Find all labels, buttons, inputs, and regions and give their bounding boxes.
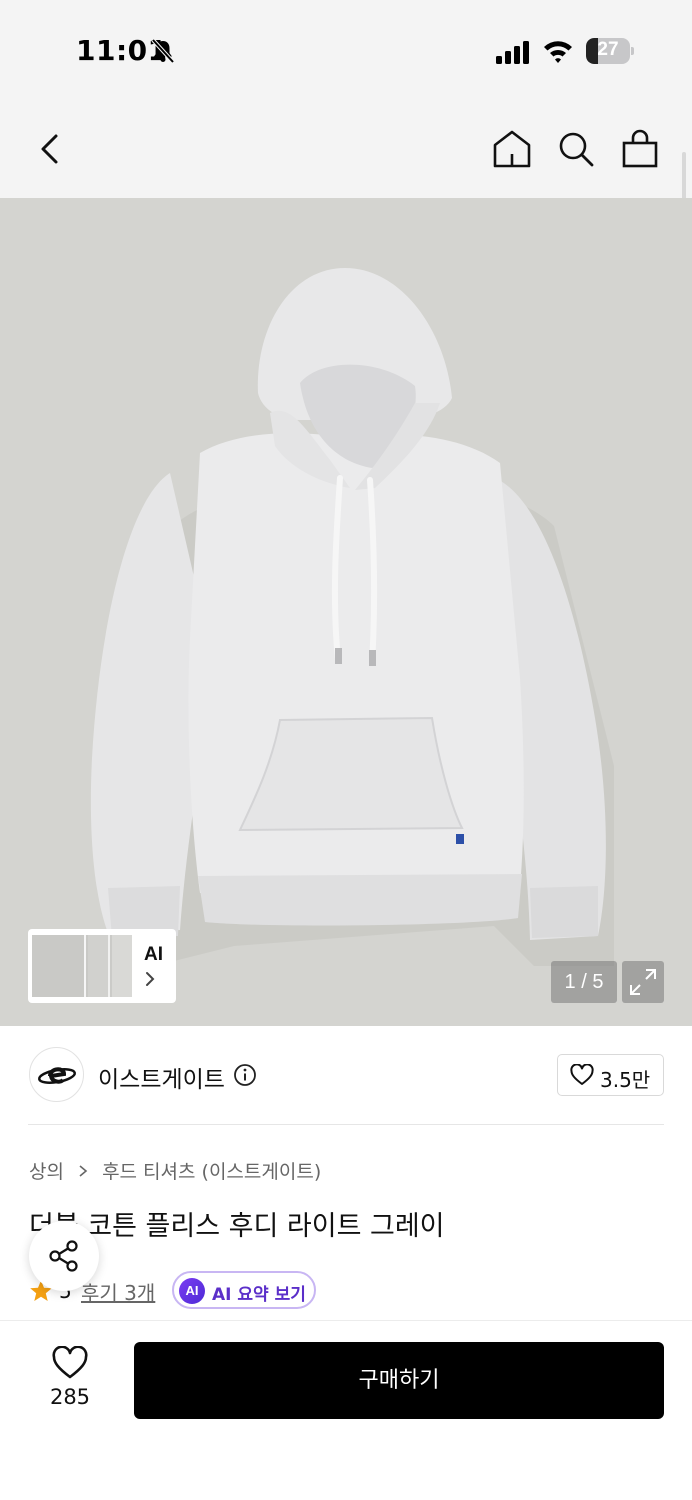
- buy-button[interactable]: 구매하기: [134, 1342, 664, 1419]
- ai-summary-button[interactable]: AI AI 요약 보기: [172, 1271, 316, 1309]
- wishlist-heart-icon[interactable]: [52, 1346, 88, 1380]
- breadcrumb: 상의 후드 티셔츠 (이스트게이트): [29, 1157, 321, 1184]
- thumbnail-ai-label[interactable]: AI: [144, 944, 163, 966]
- brand-name[interactable]: 이스트게이트: [98, 1060, 225, 1094]
- bell-off-icon: [151, 38, 175, 64]
- brand-logo[interactable]: [29, 1047, 84, 1102]
- brand-like-button[interactable]: 3.5만: [557, 1054, 664, 1096]
- top-nav-bar: [0, 100, 692, 198]
- battery-level: 27: [597, 39, 619, 60]
- cellular-signal-icon: [496, 41, 529, 64]
- heart-icon: [570, 1064, 594, 1085]
- battery-tip: [631, 47, 634, 55]
- status-bar: 11:01 27: [0, 0, 692, 100]
- image-page-counter: 1 / 5: [551, 961, 617, 1003]
- wifi-icon: [544, 41, 572, 63]
- thumbnail-strip[interactable]: [28, 929, 176, 1003]
- thumbnail-1[interactable]: [30, 933, 90, 999]
- thumbnail-3[interactable]: [108, 933, 134, 999]
- ai-badge-icon: AI: [179, 1278, 205, 1304]
- share-button[interactable]: [29, 1221, 99, 1291]
- divider: [28, 1124, 664, 1125]
- chevron-right-icon[interactable]: [144, 970, 156, 988]
- battery-indicator: 27: [586, 38, 634, 64]
- breadcrumb-subcategory[interactable]: 후드 티셔츠 (이스트게이트): [102, 1161, 321, 1183]
- brand-like-count: 3.5만: [600, 1068, 651, 1092]
- home-icon[interactable]: [492, 128, 532, 170]
- chevron-right-icon: [79, 1164, 88, 1177]
- share-icon: [49, 1240, 78, 1272]
- back-icon[interactable]: [32, 128, 72, 170]
- hoodie-photo: [0, 198, 692, 1026]
- product-image[interactable]: [0, 198, 692, 1026]
- breadcrumb-category[interactable]: 상의: [29, 1161, 64, 1183]
- shopping-bag-icon[interactable]: [620, 128, 660, 170]
- expand-image-button[interactable]: [622, 961, 664, 1003]
- battery-body: 27: [586, 38, 630, 64]
- search-icon[interactable]: [556, 128, 596, 170]
- info-icon[interactable]: [233, 1063, 257, 1087]
- expand-icon: [630, 969, 656, 995]
- ai-summary-label: AI 요약 보기: [212, 1285, 306, 1305]
- review-link[interactable]: 후기 3개: [81, 1277, 155, 1306]
- brand-logo-mark: [37, 1067, 77, 1084]
- wishlist-count: 285: [49, 1385, 91, 1409]
